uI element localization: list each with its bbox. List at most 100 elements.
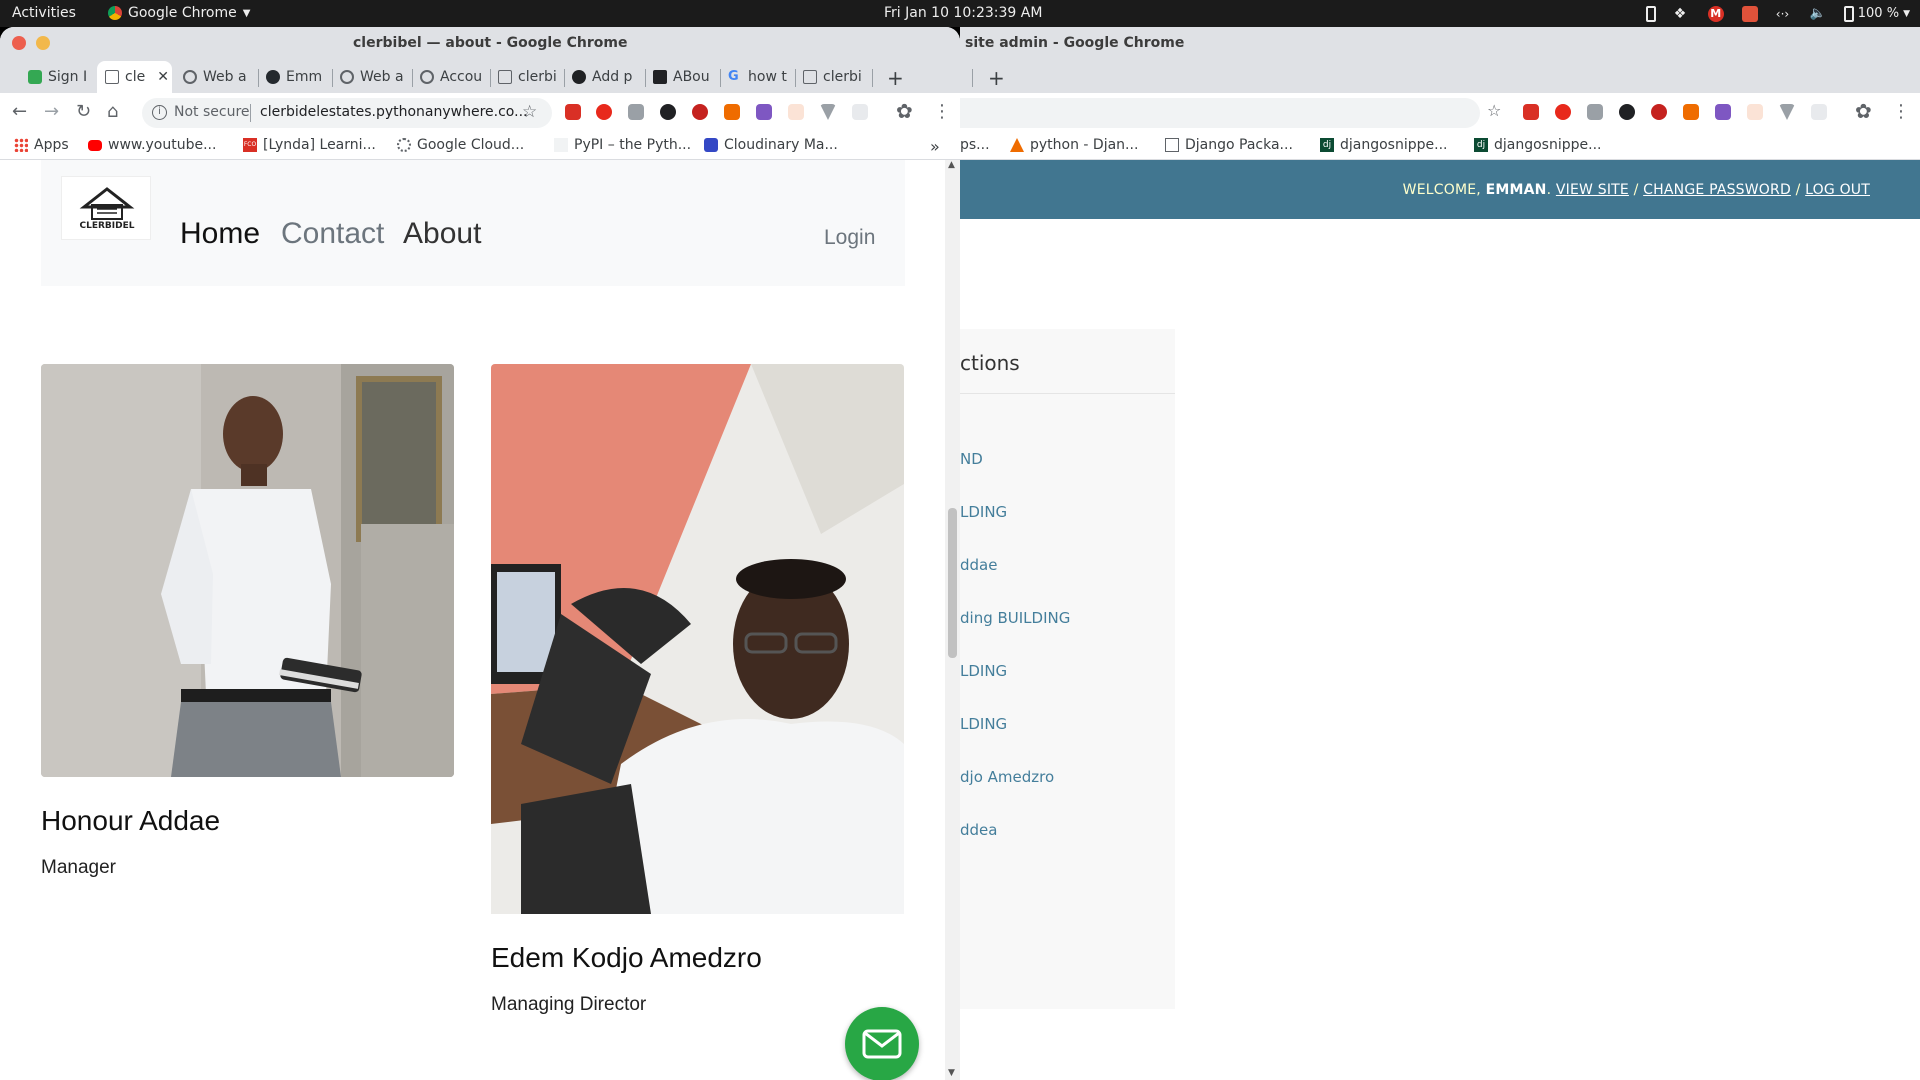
tab-favicon-icon — [572, 70, 586, 84]
recent-action-link[interactable]: LDING — [960, 662, 1007, 680]
nav-link-contact[interactable]: Contact — [281, 217, 384, 251]
browser-tab[interactable]: Accou — [412, 61, 490, 93]
settings-extension-icon[interactable]: ✿ — [1855, 99, 1872, 123]
new-tab-button[interactable]: + — [988, 66, 1005, 90]
browser-tab[interactable]: Sign I — [20, 61, 94, 93]
extension-icon[interactable] — [692, 104, 708, 120]
network-icon[interactable]: ‹·› — [1776, 6, 1792, 22]
scrollbar-thumb[interactable] — [948, 508, 957, 658]
app-indicator-icon[interactable] — [1741, 5, 1758, 22]
info-icon[interactable]: i — [152, 105, 167, 120]
page-scrollbar[interactable]: ▲ ▼ — [945, 160, 960, 1080]
system-tray: ❖ M ‹·› 🔈 100 % ▼ — [1645, 3, 1910, 24]
bookmark-apps[interactable]: Apps — [14, 137, 69, 153]
window-titlebar: clerbibel — about - Google Chrome — [0, 27, 960, 59]
view-site-link[interactable]: VIEW SITE — [1556, 182, 1629, 198]
forward-arrow-icon[interactable]: → — [44, 101, 59, 122]
home-icon[interactable]: ⌂ — [107, 101, 118, 122]
recent-action-link[interactable]: LDING — [960, 503, 1007, 521]
volume-icon[interactable]: 🔈 — [1810, 6, 1826, 22]
battery-icon — [1843, 5, 1854, 22]
extension-icon[interactable] — [565, 104, 581, 120]
scroll-down-arrow-icon[interactable]: ▼ — [948, 1068, 955, 1078]
bookmark-item[interactable]: dj djangosnippe... — [1320, 137, 1447, 153]
extension-icon[interactable] — [660, 104, 676, 120]
address-bar[interactable] — [960, 98, 1480, 128]
extension-icon[interactable] — [756, 104, 772, 120]
phone-icon[interactable] — [1645, 5, 1656, 22]
menu-kebab-icon[interactable]: ⋮ — [933, 101, 951, 122]
browser-tab[interactable]: Add p — [564, 61, 636, 93]
browser-tab[interactable]: ABou — [645, 61, 717, 93]
browser-tab[interactable]: Web a — [332, 61, 412, 93]
minimize-window-icon[interactable] — [36, 36, 50, 50]
site-logo[interactable]: CLERBIDEL — [61, 176, 151, 240]
browser-tab[interactable]: Emm — [258, 61, 330, 93]
login-link[interactable]: Login — [824, 226, 875, 250]
change-password-link[interactable]: CHANGE PASSWORD — [1643, 182, 1791, 198]
settings-extension-icon[interactable]: ✿ — [896, 99, 913, 123]
bookmark-item[interactable]: ps... — [960, 137, 990, 153]
recent-action-link[interactable]: ddae — [960, 556, 997, 574]
clock[interactable]: Fri Jan 10 10:23:39 AM — [884, 5, 1042, 21]
log-out-link[interactable]: LOG OUT — [1805, 182, 1870, 198]
extension-icon[interactable] — [1651, 104, 1667, 120]
browser-tab[interactable]: Ghow t — [720, 61, 794, 93]
extension-icon[interactable] — [1587, 104, 1603, 120]
extension-icon[interactable] — [820, 104, 836, 120]
new-tab-button[interactable]: + — [887, 66, 904, 90]
bookmark-item[interactable]: python - Djan... — [1010, 137, 1138, 153]
extension-icon[interactable] — [628, 104, 644, 120]
activities-button[interactable]: Activities — [12, 5, 76, 21]
recent-action-link[interactable]: djo Amedzro — [960, 768, 1054, 786]
extension-icon[interactable] — [1747, 104, 1763, 120]
bookmark-item[interactable]: PyPI – the Pyth... — [554, 137, 691, 153]
back-arrow-icon[interactable]: ← — [12, 101, 27, 122]
star-icon[interactable]: ☆ — [1487, 101, 1501, 120]
recent-action-link[interactable]: ddea — [960, 821, 997, 839]
nav-link-about[interactable]: About — [403, 217, 481, 251]
module-title: ctions — [960, 351, 1020, 375]
extension-icon[interactable] — [1811, 104, 1827, 120]
gmail-notifier-icon[interactable]: M — [1707, 5, 1724, 22]
extension-icon[interactable] — [1715, 104, 1731, 120]
recent-action-link[interactable]: ND — [960, 450, 983, 468]
bookmark-item[interactable]: www.youtube... — [88, 137, 216, 153]
address-bar[interactable]: i Not secure clerbidelestates.pythonanyw… — [142, 98, 552, 128]
bookmark-item[interactable]: FCO [Lynda] Learni... — [243, 137, 376, 153]
recent-action-link[interactable]: LDING — [960, 715, 1007, 733]
contact-fab-button[interactable] — [845, 1007, 919, 1080]
star-icon[interactable]: ☆ — [522, 102, 537, 122]
bookmark-item[interactable]: Cloudinary Ma... — [704, 137, 838, 153]
reload-icon[interactable]: ↻ — [76, 101, 91, 122]
extension-icon[interactable] — [1779, 104, 1795, 120]
extension-icon[interactable] — [596, 104, 612, 120]
extension-icon[interactable] — [1523, 104, 1539, 120]
tab-close-icon[interactable]: ✕ — [157, 69, 169, 85]
bookmark-item[interactable]: dj djangosnippe... — [1474, 137, 1601, 153]
browser-tab[interactable]: clerbi — [795, 61, 871, 93]
extension-icon[interactable] — [724, 104, 740, 120]
scroll-up-arrow-icon[interactable]: ▲ — [948, 160, 955, 170]
extension-icon[interactable] — [1619, 104, 1635, 120]
bookmarks-overflow-button[interactable]: » — [930, 137, 940, 156]
recent-action-link[interactable]: ding BUILDING — [960, 609, 1070, 627]
battery-indicator[interactable]: 100 % ▼ — [1843, 5, 1910, 22]
system-top-bar: Activities Google Chrome ▼ Fri Jan 10 10… — [0, 0, 1920, 27]
bookmark-label: [Lynda] Learni... — [263, 137, 376, 153]
browser-tab[interactable]: clerbi — [490, 61, 564, 93]
app-menu[interactable]: Google Chrome ▼ — [108, 5, 250, 21]
extension-icon[interactable] — [788, 104, 804, 120]
extension-icon[interactable] — [1555, 104, 1571, 120]
browser-tab-active[interactable]: cle ✕ — [97, 61, 172, 93]
close-window-icon[interactable] — [12, 36, 26, 50]
extension-icon[interactable] — [1683, 104, 1699, 120]
team-member-name: Honour Addae — [41, 805, 221, 836]
nav-link-home[interactable]: Home — [180, 217, 260, 251]
extension-icon[interactable] — [852, 104, 868, 120]
bookmark-item[interactable]: Django Packa... — [1165, 137, 1293, 153]
menu-kebab-icon[interactable]: ⋮ — [1892, 101, 1910, 122]
dropbox-icon[interactable]: ❖ — [1674, 6, 1690, 22]
bookmark-item[interactable]: Google Cloud... — [397, 137, 524, 153]
browser-tab[interactable]: Web a — [175, 61, 257, 93]
